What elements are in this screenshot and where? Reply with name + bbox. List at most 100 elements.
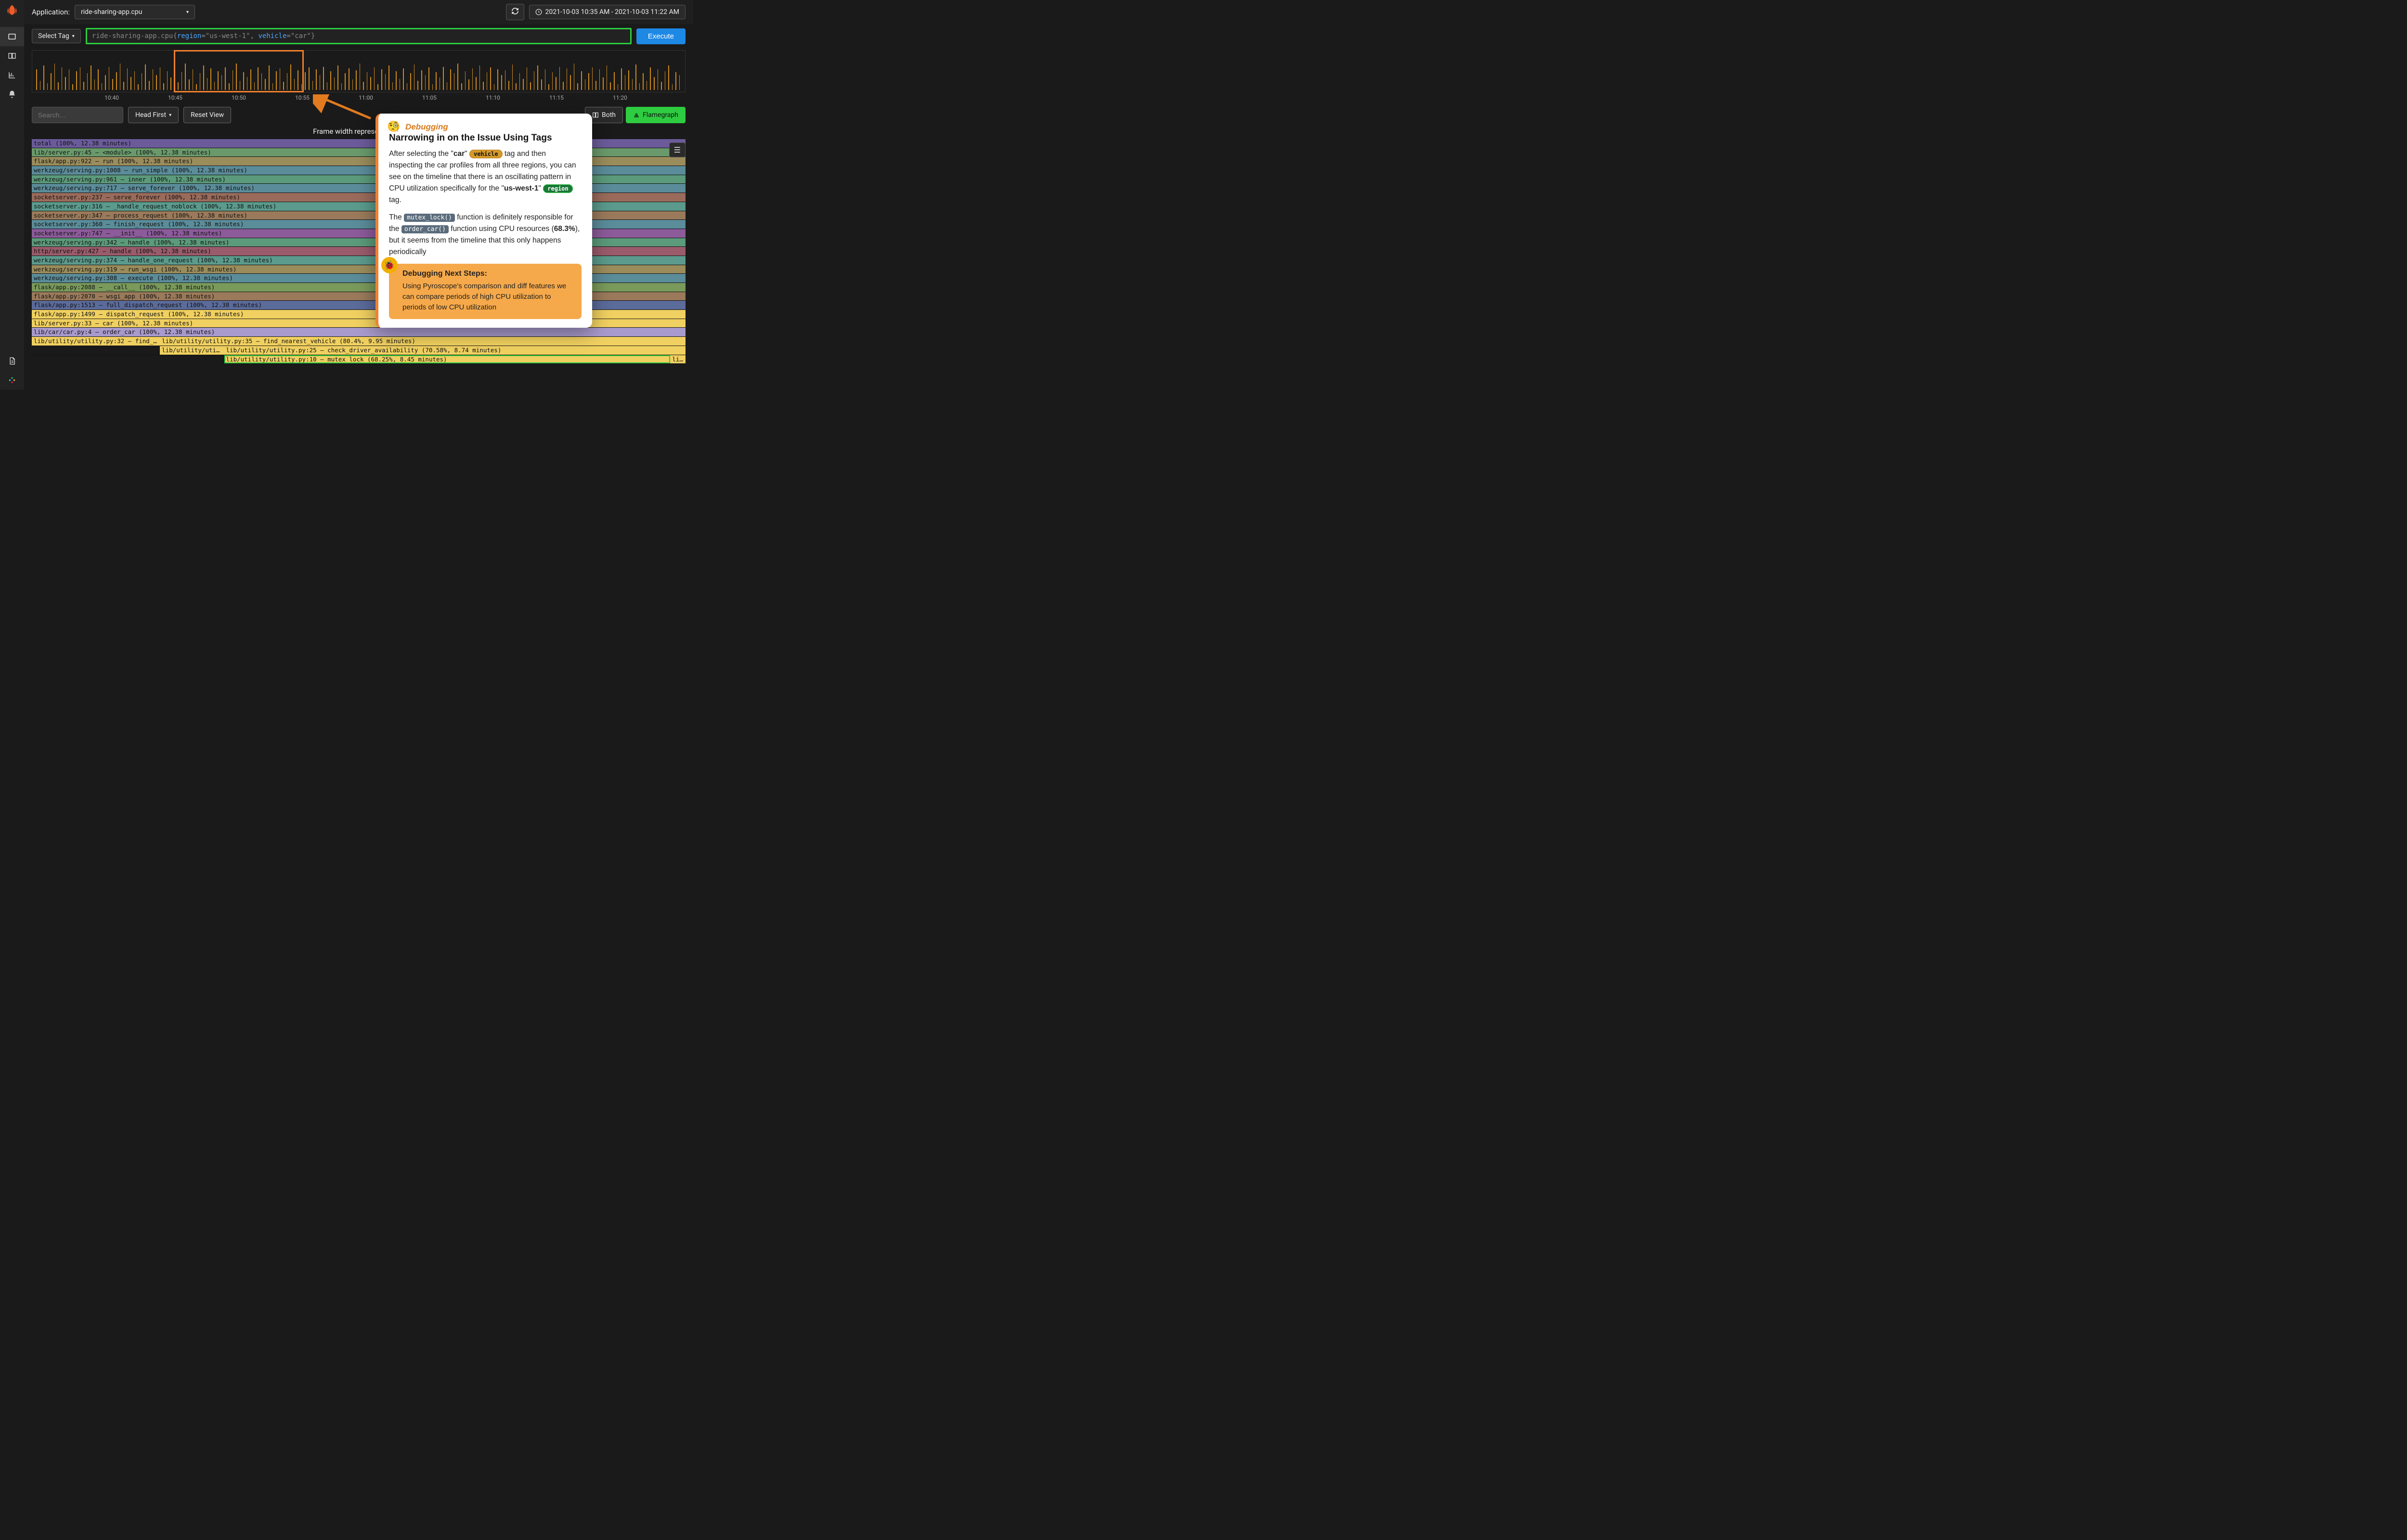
timeline-bar [160,67,161,90]
timeline-bar [414,64,415,90]
flame-frame[interactable]: lib/utility/utili [160,346,224,355]
timeline-bar [167,71,168,90]
region-tag-badge: region [543,184,572,193]
timeline-bar [72,84,73,90]
execute-button[interactable]: Execute [636,28,686,44]
timeline-tick: 10:45 [143,94,207,101]
timeline-chart[interactable] [32,50,686,92]
timeline-bar [487,72,488,90]
debug-callout: 🧐 Debugging Narrowing in on the Issue Us… [375,114,592,328]
timeline-bar [367,72,368,90]
alerts-icon[interactable] [0,85,24,104]
timeline-bar [443,67,444,90]
comparison-view-icon[interactable] [0,46,24,65]
timeline-bar [43,65,44,90]
timeline-bar [374,67,375,90]
timeline-bar [552,72,553,90]
timeline-bar [345,73,346,90]
slack-icon[interactable] [0,371,24,390]
timeline-bar [407,83,408,90]
timeline-bar [47,83,48,90]
timeline-bar [341,83,342,90]
flame-frame[interactable]: lib/car/car.py:4 – order_car (100%, 12.3… [32,328,686,336]
next-steps-box: 🐞 Debugging Next Steps: Using Pyroscope'… [389,264,582,319]
timeline-bar [301,84,302,90]
timeline-bar [508,81,509,90]
timeline-bar [229,83,230,90]
timerange-picker[interactable]: 2021-10-03 10:35 AM - 2021-10-03 11:22 A… [529,5,686,19]
chart-icon[interactable] [0,65,24,85]
timeline-bar [258,67,259,90]
timeline-bar [381,69,382,90]
timeline-bar [283,82,284,90]
timeline-bar [454,73,455,90]
flamegraph-menu-button[interactable]: ☰ [669,142,686,157]
query-input[interactable]: ride-sharing-app.cpu{region="us-west-1",… [86,28,632,44]
timeline-bar [505,70,506,90]
timeline-bar [156,75,157,90]
timeline-bar [134,71,135,90]
timeline-tick: 10:50 [207,94,271,101]
vehicle-tag-badge: vehicle [469,150,503,158]
callout-body-2: The mutex_lock() function is definitely … [389,212,582,258]
timeline-bar [388,65,389,90]
timeline-bar [599,69,600,90]
timeline-tick: 11:15 [525,94,588,101]
app-select[interactable]: ride-sharing-app.cpu ▾ [75,5,195,19]
view-flamegraph-button[interactable]: Flamegraph [626,107,686,123]
select-tag-dropdown[interactable]: Select Tag ▾ [32,29,81,43]
timeline-bar [545,69,546,90]
timeline-bar [400,79,401,90]
head-first-button[interactable]: Head First ▾ [128,107,179,123]
timeline-bar [577,83,578,90]
flame-frame[interactable]: lib/utility/utility.py:32 – find_nea [32,337,160,346]
timeline-tick: 11:05 [398,94,461,101]
flame-frame[interactable]: lib/utility/utility.py:35 – find_nearest… [160,337,686,346]
timeline-bar [377,84,378,90]
timeline-bar [276,71,277,90]
timeline-bar [650,67,651,90]
timeline-bar [527,67,528,90]
timeline-bar [214,82,215,90]
timeline-bar [280,68,281,90]
topbar: Application: ride-sharing-app.cpu ▾ 2021… [24,0,693,24]
timeline-bar [457,64,458,90]
timeline-tick: 10:55 [271,94,334,101]
timeline-bar [40,81,41,90]
timeline-bar [618,84,619,90]
caret-down-icon: ▾ [169,113,171,118]
next-steps-heading: Debugging Next Steps: [402,270,574,278]
timeline-bar [654,77,655,90]
caret-down-icon: ▾ [186,10,189,15]
timeline-bar [112,79,113,90]
timeline-bar [87,73,88,90]
timeline-bar [432,84,433,90]
refresh-button[interactable] [506,4,524,20]
timeline-bar [610,82,611,90]
timeline-bar [305,72,306,90]
timeline-bar [218,71,219,90]
timeline-bar [519,73,520,90]
timeline-bar [595,81,596,90]
mutex-code: mutex_lock() [404,214,455,222]
flame-frame[interactable]: lib/utility/utility.py:25 – check_driver… [224,346,686,355]
timeline-bar [497,69,498,90]
timeline-bar [178,82,179,90]
docs-icon[interactable] [0,351,24,371]
timeline-bar [69,69,70,90]
timeline-axis: 10:4010:4510:5010:5511:0011:0511:1011:15… [32,92,686,101]
reset-view-button[interactable]: Reset View [183,107,231,123]
flame-frame[interactable]: lib/ [670,355,686,364]
timeline-bar [516,83,517,90]
timeline-bar [123,82,124,90]
timeline-bar [272,83,273,90]
timeline-bar [174,67,175,90]
timeline-bar [607,65,608,90]
search-input[interactable] [32,107,123,123]
single-view-icon[interactable] [0,27,24,46]
timeline-bar [83,82,84,90]
timeline-bar [149,81,150,90]
flame-frame[interactable]: lib/utility/utility.py:10 – mutex_lock (… [224,355,671,364]
timeline-bar [261,73,262,90]
timeline-bar [207,78,208,90]
